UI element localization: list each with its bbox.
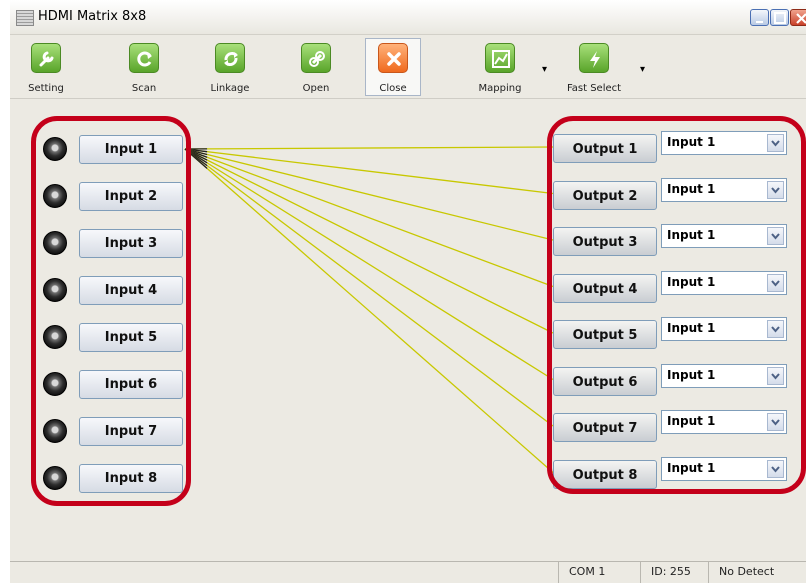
wire-output-8 bbox=[184, 148, 554, 473]
outputs-highlight-frame bbox=[547, 116, 806, 494]
minimize-icon bbox=[756, 21, 763, 23]
x-icon bbox=[378, 43, 408, 73]
matrix-canvas: Input 1 Input 2 Input 3 Input 4 Input 5 Input… bbox=[10, 100, 806, 560]
scan-label: Scan bbox=[131, 83, 157, 94]
fast-select-label: Fast Select bbox=[566, 83, 622, 94]
scan-icon bbox=[129, 43, 159, 73]
status-bar: COM 1 ID: 255 No Detect bbox=[10, 561, 806, 583]
close-button[interactable]: Close bbox=[365, 38, 421, 96]
window-title: HDMI Matrix 8x8 bbox=[38, 9, 147, 24]
open-button[interactable]: Open bbox=[288, 39, 344, 95]
fast-select-dropdown-arrow-icon[interactable]: ▾ bbox=[640, 64, 645, 75]
wire-output-7 bbox=[184, 148, 554, 427]
wrench-icon bbox=[31, 43, 61, 73]
status-detect: No Detect bbox=[708, 562, 806, 583]
toolbar: Setting Scan Linkage Open Close Mapping … bbox=[10, 36, 806, 99]
maximize-icon bbox=[774, 12, 786, 24]
mapping-dropdown-arrow-icon[interactable]: ▾ bbox=[542, 64, 547, 75]
setting-button[interactable]: Setting bbox=[18, 39, 74, 95]
wire-output-4 bbox=[184, 148, 554, 288]
minimize-button[interactable] bbox=[750, 9, 769, 26]
fast-select-button[interactable]: Fast Select bbox=[562, 39, 626, 95]
wire-output-5 bbox=[184, 148, 554, 334]
wire-output-2 bbox=[184, 148, 554, 195]
setting-label: Setting bbox=[28, 83, 64, 94]
maximize-button[interactable] bbox=[770, 9, 789, 26]
scan-button[interactable]: Scan bbox=[118, 39, 170, 95]
mapping-button[interactable]: Mapping bbox=[472, 39, 528, 95]
app-icon bbox=[16, 10, 34, 26]
wire-output-1 bbox=[184, 146, 554, 150]
title-bar: HDMI Matrix 8x8 bbox=[10, 0, 806, 35]
linkage-label: Linkage bbox=[210, 83, 250, 94]
wire-output-6 bbox=[184, 148, 554, 381]
open-label: Open bbox=[302, 83, 330, 94]
inputs-highlight-frame bbox=[31, 116, 191, 506]
lightning-icon bbox=[579, 43, 609, 73]
linkage-button[interactable]: Linkage bbox=[202, 39, 258, 95]
status-id: ID: 255 bbox=[640, 562, 708, 583]
refresh-icon bbox=[215, 43, 245, 73]
mapping-label: Mapping bbox=[478, 83, 522, 94]
close-icon bbox=[796, 13, 806, 24]
app-window: HDMI Matrix 8x8 Setting Scan Linkage Ope… bbox=[10, 0, 806, 583]
close-label: Close bbox=[379, 83, 407, 94]
link-icon bbox=[301, 43, 331, 73]
close-window-button[interactable] bbox=[790, 9, 806, 26]
wire-output-3 bbox=[184, 148, 554, 241]
mapping-icon bbox=[485, 43, 515, 73]
status-port: COM 1 bbox=[558, 562, 640, 583]
